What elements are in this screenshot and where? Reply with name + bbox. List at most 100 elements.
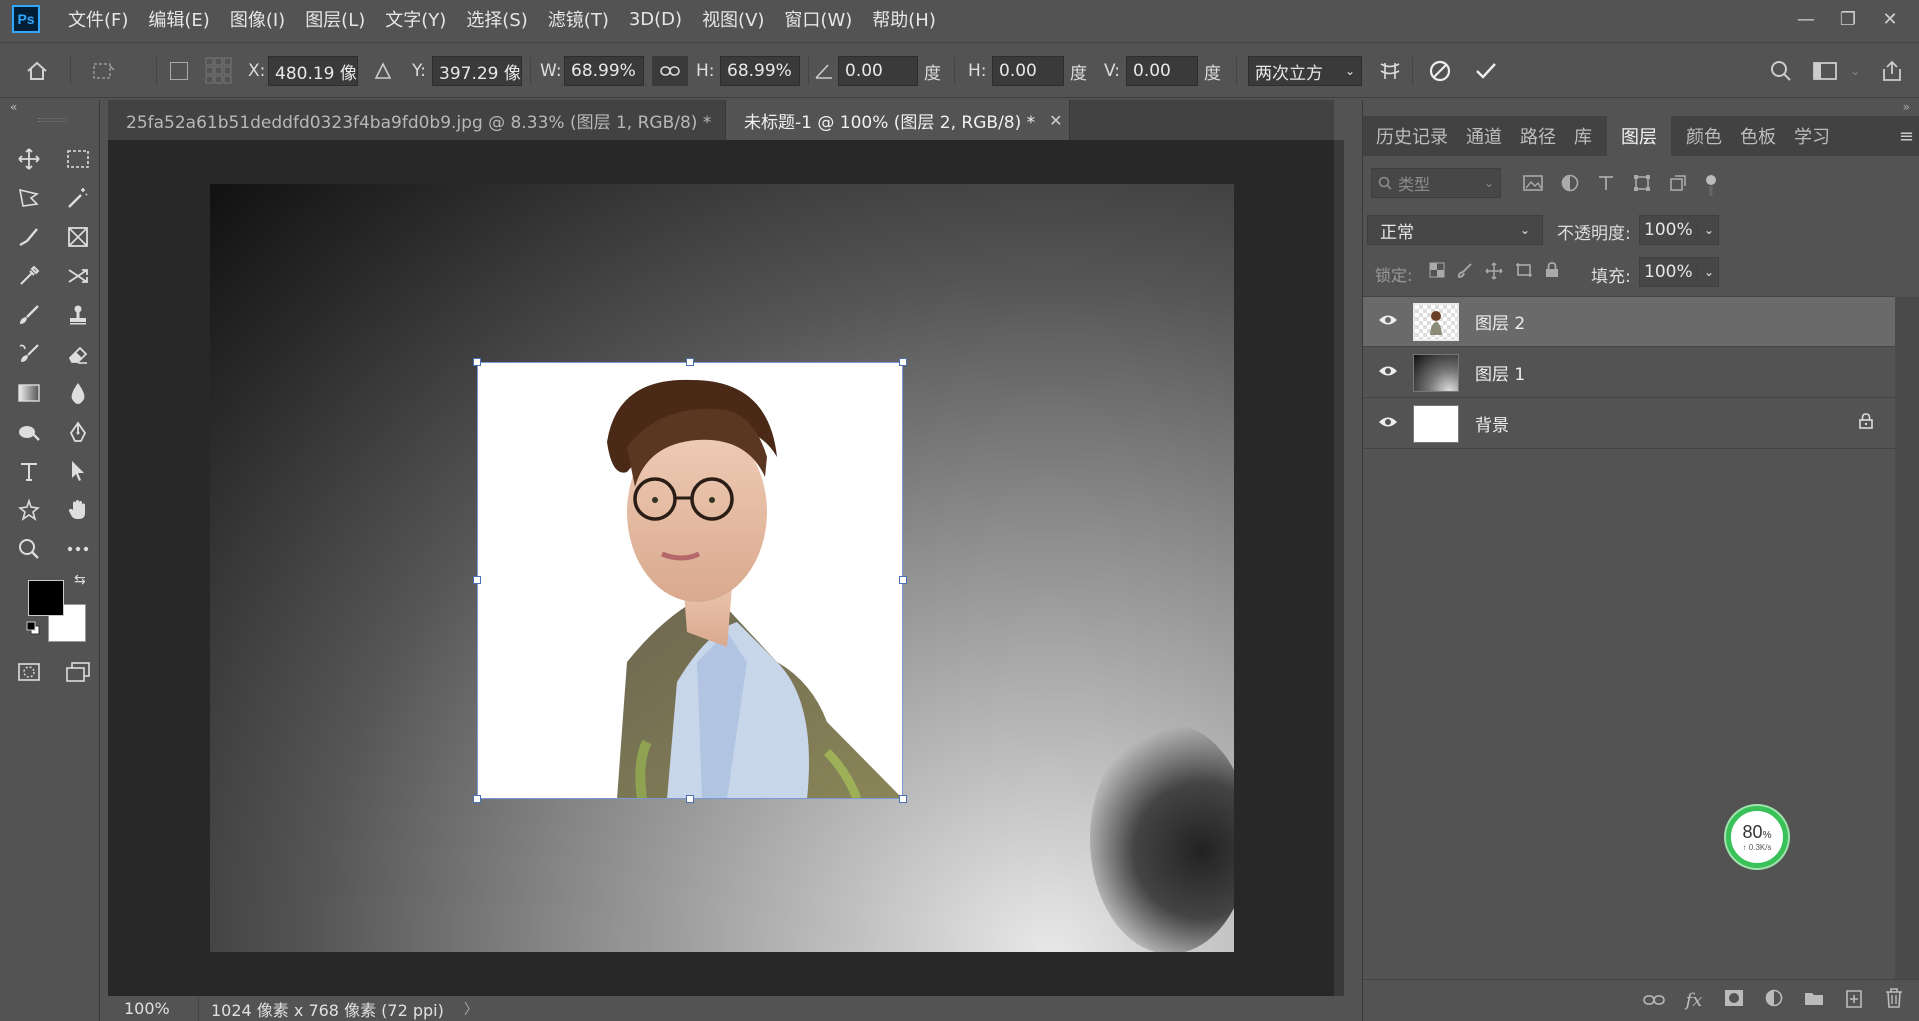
blend-mode-select[interactable]: 正常 ⌄ xyxy=(1367,215,1543,245)
share-icon[interactable] xyxy=(1880,56,1904,86)
close-tab-icon[interactable]: ✕ xyxy=(1049,111,1062,130)
transform-handle-right[interactable] xyxy=(899,576,907,584)
menu-file[interactable]: 文件(F) xyxy=(68,6,128,32)
canvas-workspace[interactable] xyxy=(108,140,1344,996)
warp-icon[interactable] xyxy=(1378,56,1402,86)
height-field[interactable]: 68.99% xyxy=(720,56,800,86)
layer-1-name[interactable]: 图层 1 xyxy=(1475,360,1525,385)
chevron-right-icon[interactable]: 〉 xyxy=(464,999,478,1019)
menu-edit[interactable]: 编辑(E) xyxy=(148,6,209,32)
menu-view[interactable]: 视图(V) xyxy=(702,6,764,32)
more-tools-icon[interactable] xyxy=(60,532,96,566)
marquee-tool-icon[interactable] xyxy=(60,142,96,176)
workspace-icon[interactable] xyxy=(1812,56,1838,86)
opacity-field[interactable]: 100% ⌄ xyxy=(1639,215,1719,245)
blur-tool-icon[interactable] xyxy=(60,376,96,410)
visibility-eye-icon[interactable] xyxy=(1363,362,1413,383)
eraser-tool-icon[interactable] xyxy=(60,337,96,371)
transform-handle-tl[interactable] xyxy=(473,358,481,366)
layer-2-name[interactable]: 图层 2 xyxy=(1475,309,1525,334)
gradient-tool-icon[interactable] xyxy=(11,376,47,410)
tab-paths[interactable]: 路径 xyxy=(1511,116,1565,156)
transform-handle-br[interactable] xyxy=(899,795,907,803)
clone-stamp-tool-icon[interactable] xyxy=(60,298,96,332)
lasso-tool-icon[interactable] xyxy=(11,181,47,215)
fill-field[interactable]: 100% ⌄ xyxy=(1639,257,1719,287)
screen-mode-icon[interactable] xyxy=(60,655,96,689)
shape-filter-icon[interactable] xyxy=(1633,174,1651,192)
zoom-tool-icon[interactable] xyxy=(11,532,47,566)
menu-window[interactable]: 窗口(W) xyxy=(784,6,852,32)
background-layer-name[interactable]: 背景 xyxy=(1475,411,1509,436)
layer-row-background[interactable]: 背景 xyxy=(1363,399,1895,449)
lock-transparent-icon[interactable] xyxy=(1429,262,1445,278)
tab-learn[interactable]: 学习 xyxy=(1785,116,1839,156)
reference-point-checkbox[interactable] xyxy=(170,56,188,86)
vskew-field[interactable]: 0.00 xyxy=(1126,56,1198,86)
chevron-down-icon[interactable]: ⌄ xyxy=(1696,223,1714,237)
workspace-chevron-icon[interactable]: ⌄ xyxy=(1850,56,1860,86)
type-tool-icon[interactable] xyxy=(11,454,47,488)
x-field[interactable]: 480.19 像素 xyxy=(268,56,358,86)
magic-wand-tool-icon[interactable] xyxy=(60,181,96,215)
panel-menu-icon[interactable]: ≡ xyxy=(1899,126,1914,147)
minimize-icon[interactable]: — xyxy=(1785,9,1827,30)
move-tool-icon[interactable] xyxy=(11,142,47,176)
link-layers-icon[interactable] xyxy=(1634,990,1674,1011)
link-aspect-icon[interactable] xyxy=(652,56,688,86)
delta-icon[interactable] xyxy=(374,56,392,86)
layer-2-thumbnail[interactable] xyxy=(1413,302,1459,341)
collapse-panel-icon[interactable]: » xyxy=(1363,100,1919,114)
background-thumbnail[interactable] xyxy=(1413,404,1459,443)
transform-handle-left[interactable] xyxy=(473,576,481,584)
smart-object-filter-icon[interactable] xyxy=(1669,174,1687,192)
transform-handle-bl[interactable] xyxy=(473,795,481,803)
lock-all-icon[interactable] xyxy=(1545,262,1559,278)
tab-channels[interactable]: 通道 xyxy=(1457,116,1511,156)
hand-tool-icon[interactable] xyxy=(60,493,96,527)
custom-shape-tool-icon[interactable] xyxy=(11,493,47,527)
toolbar-grip[interactable] xyxy=(38,118,66,122)
transform-tool-icon[interactable] xyxy=(90,56,116,86)
layer-filter-select[interactable]: 类型 ⌄ xyxy=(1371,168,1501,198)
transform-handle-top[interactable] xyxy=(686,358,694,366)
cancel-transform-icon[interactable] xyxy=(1428,56,1452,86)
pixel-filter-icon[interactable] xyxy=(1523,174,1543,192)
brush-tool-icon[interactable] xyxy=(11,298,47,332)
collapse-toolbar-icon[interactable]: « xyxy=(10,100,17,114)
dodge-tool-icon[interactable] xyxy=(11,415,47,449)
frame-tool-icon[interactable] xyxy=(60,220,96,254)
reference-point-grid-icon[interactable] xyxy=(204,56,234,86)
restore-icon[interactable]: ❐ xyxy=(1827,9,1869,30)
transform-handle-bottom[interactable] xyxy=(686,795,694,803)
menu-3d[interactable]: 3D(D) xyxy=(629,9,682,30)
commit-transform-icon[interactable] xyxy=(1474,56,1498,86)
quick-mask-icon[interactable] xyxy=(11,655,47,689)
pen-tool-icon[interactable] xyxy=(60,415,96,449)
type-filter-icon[interactable] xyxy=(1597,174,1615,192)
lock-artboard-icon[interactable] xyxy=(1515,262,1533,278)
quick-selection-tool-icon[interactable] xyxy=(11,220,47,254)
menu-image[interactable]: 图像(I) xyxy=(230,6,285,32)
path-selection-tool-icon[interactable] xyxy=(60,454,96,488)
chevron-down-icon[interactable]: ⌄ xyxy=(1696,265,1714,279)
delete-layer-icon[interactable] xyxy=(1874,988,1914,1013)
layers-scrollbar[interactable] xyxy=(1895,297,1919,979)
menu-type[interactable]: 文字(Y) xyxy=(385,6,446,32)
home-icon[interactable] xyxy=(26,56,48,86)
tab-swatches[interactable]: 色板 xyxy=(1731,116,1785,156)
tab-document-1[interactable]: 25fa52a61b51deddfd0323f4ba9fd0b9.jpg @ 8… xyxy=(108,100,739,140)
network-speed-widget[interactable]: 80 % ↑ 0.3K/s xyxy=(1726,806,1788,868)
adjustment-layer-icon[interactable] xyxy=(1754,989,1794,1012)
lock-icon[interactable] xyxy=(1859,413,1873,434)
hskew-field[interactable]: 0.00 xyxy=(992,56,1064,86)
transform-handle-tr[interactable] xyxy=(899,358,907,366)
swap-colors-icon[interactable]: ⇆ xyxy=(74,572,86,588)
menu-select[interactable]: 选择(S) xyxy=(466,6,527,32)
tab-history[interactable]: 历史记录 xyxy=(1367,116,1457,156)
tab-layers[interactable]: 图层 xyxy=(1607,116,1671,156)
tab-document-2[interactable]: 未标题-1 @ 100% (图层 2, RGB/8) * ✕ xyxy=(726,100,1070,140)
rotate-field[interactable]: 0.00 xyxy=(838,56,918,86)
tab-libraries[interactable]: 库 xyxy=(1565,116,1601,156)
layer-row-layer-2[interactable]: 图层 2 xyxy=(1363,297,1895,347)
